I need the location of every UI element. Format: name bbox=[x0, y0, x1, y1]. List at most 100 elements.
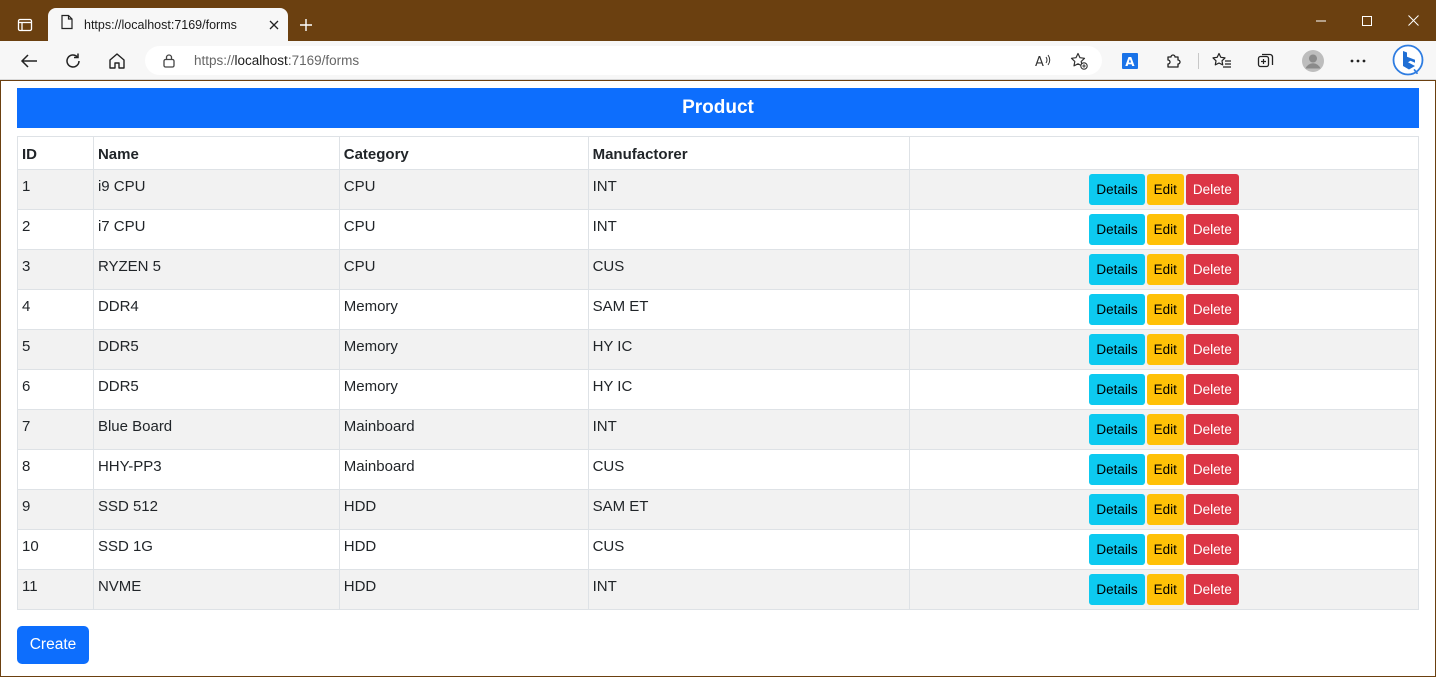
edit-button[interactable]: Edit bbox=[1146, 494, 1184, 525]
lock-icon[interactable] bbox=[162, 53, 176, 73]
details-button[interactable]: Details bbox=[1089, 454, 1145, 485]
cell-id: 11 bbox=[17, 569, 94, 610]
table-row: 2 i7 CPU CPU INT Details Edit Delete bbox=[17, 209, 1419, 250]
details-button[interactable]: Details bbox=[1089, 334, 1145, 365]
toolbar-divider bbox=[1198, 53, 1199, 69]
edit-button[interactable]: Edit bbox=[1146, 214, 1184, 245]
collections-icon[interactable] bbox=[1250, 45, 1282, 77]
cell-id: 3 bbox=[17, 249, 94, 290]
edit-button[interactable]: Edit bbox=[1146, 334, 1184, 365]
delete-button[interactable]: Delete bbox=[1185, 494, 1239, 525]
avatar-icon[interactable] bbox=[1297, 45, 1329, 77]
star-plus-icon[interactable] bbox=[1067, 50, 1091, 72]
close-window-icon[interactable] bbox=[1390, 0, 1436, 41]
cell-actions: Details Edit Delete bbox=[909, 569, 1419, 610]
cell-manufacturer: INT bbox=[587, 169, 911, 210]
details-button[interactable]: Details bbox=[1089, 294, 1145, 325]
read-aloud-icon[interactable]: A bbox=[1031, 50, 1055, 72]
page-icon bbox=[60, 14, 74, 35]
cell-category: Memory bbox=[338, 369, 589, 410]
details-button[interactable]: Details bbox=[1089, 574, 1145, 605]
edit-button[interactable]: Edit bbox=[1146, 174, 1184, 205]
browser-tab-active[interactable]: https://localhost:7169/forms bbox=[48, 8, 288, 41]
cell-name: NVME bbox=[92, 569, 340, 610]
cell-manufacturer: HY IC bbox=[587, 329, 911, 370]
cell-category: Mainboard bbox=[338, 409, 589, 450]
delete-button[interactable]: Delete bbox=[1185, 454, 1239, 485]
favorites-icon[interactable] bbox=[1206, 45, 1238, 77]
address-bar[interactable]: https://localhost:7169/forms A bbox=[145, 46, 1102, 75]
close-tab-icon[interactable] bbox=[260, 13, 288, 37]
delete-button[interactable]: Delete bbox=[1185, 174, 1239, 205]
cell-id: 2 bbox=[17, 209, 94, 250]
cell-category: CPU bbox=[338, 249, 589, 290]
cell-name: i7 CPU bbox=[92, 209, 340, 250]
edit-button[interactable]: Edit bbox=[1146, 374, 1184, 405]
table-row: 8 HHY-PP3 Mainboard CUS Details Edit Delete bbox=[17, 449, 1419, 490]
details-button[interactable]: Details bbox=[1089, 494, 1145, 525]
edit-button[interactable]: Edit bbox=[1146, 254, 1184, 285]
delete-button[interactable]: Delete bbox=[1185, 214, 1239, 245]
edit-button[interactable]: Edit bbox=[1146, 534, 1184, 565]
delete-button[interactable]: Delete bbox=[1185, 294, 1239, 325]
table-row: 9 SSD 512 HDD SAM ET Details Edit Delete bbox=[17, 489, 1419, 530]
browser-toolbar: https://localhost:7169/forms A A bbox=[0, 41, 1436, 80]
cell-category: CPU bbox=[338, 209, 589, 250]
tab-actions-icon[interactable] bbox=[10, 12, 40, 38]
table-row: 11 NVME HDD INT Details Edit Delete bbox=[17, 569, 1419, 610]
title-bar: https://localhost:7169/forms bbox=[0, 0, 1436, 41]
cell-name: DDR5 bbox=[92, 369, 340, 410]
cell-category: CPU bbox=[338, 169, 589, 210]
url-text[interactable]: https://localhost:7169/forms bbox=[194, 53, 359, 68]
delete-button[interactable]: Delete bbox=[1185, 414, 1239, 445]
new-tab-plus-icon[interactable] bbox=[293, 12, 319, 38]
translate-letter: A bbox=[1125, 55, 1135, 69]
cell-manufacturer: CUS bbox=[587, 449, 911, 490]
details-button[interactable]: Details bbox=[1089, 414, 1145, 445]
column-header-category: Category bbox=[338, 136, 589, 170]
edit-button[interactable]: Edit bbox=[1146, 454, 1184, 485]
cell-actions: Details Edit Delete bbox=[909, 529, 1419, 570]
table-row: 6 DDR5 Memory HY IC Details Edit Delete bbox=[17, 369, 1419, 410]
details-button[interactable]: Details bbox=[1089, 174, 1145, 205]
delete-button[interactable]: Delete bbox=[1185, 374, 1239, 405]
edit-button[interactable]: Edit bbox=[1146, 414, 1184, 445]
maximize-icon[interactable] bbox=[1344, 0, 1390, 41]
details-button[interactable]: Details bbox=[1089, 534, 1145, 565]
edit-button[interactable]: Edit bbox=[1146, 574, 1184, 605]
create-button[interactable]: Create bbox=[17, 626, 89, 664]
delete-button[interactable]: Delete bbox=[1185, 534, 1239, 565]
delete-button[interactable]: Delete bbox=[1185, 574, 1239, 605]
home-icon[interactable] bbox=[101, 45, 133, 77]
cell-manufacturer: SAM ET bbox=[587, 289, 911, 330]
table-header-row: ID Name Category Manufactorer bbox=[17, 136, 1419, 170]
cell-id: 7 bbox=[17, 409, 94, 450]
cell-name: SSD 512 bbox=[92, 489, 340, 530]
refresh-icon[interactable] bbox=[57, 45, 89, 77]
details-button[interactable]: Details bbox=[1089, 374, 1145, 405]
table-row: 10 SSD 1G HDD CUS Details Edit Delete bbox=[17, 529, 1419, 570]
bing-icon[interactable] bbox=[1390, 42, 1426, 78]
translate-icon[interactable]: A bbox=[1114, 45, 1146, 77]
column-header-id: ID bbox=[17, 136, 94, 170]
url-path: :7169/forms bbox=[287, 53, 360, 68]
ellipsis-icon[interactable] bbox=[1342, 45, 1374, 77]
cell-actions: Details Edit Delete bbox=[909, 289, 1419, 330]
table-row: 5 DDR5 Memory HY IC Details Edit Delete bbox=[17, 329, 1419, 370]
minimize-icon[interactable] bbox=[1298, 0, 1344, 41]
column-header-manufacturer: Manufactorer bbox=[587, 136, 911, 170]
cell-category: Memory bbox=[338, 329, 589, 370]
edit-button[interactable]: Edit bbox=[1146, 294, 1184, 325]
cell-manufacturer: INT bbox=[587, 569, 911, 610]
puzzle-icon[interactable] bbox=[1158, 45, 1190, 77]
cell-actions: Details Edit Delete bbox=[909, 329, 1419, 370]
details-button[interactable]: Details bbox=[1089, 214, 1145, 245]
details-button[interactable]: Details bbox=[1089, 254, 1145, 285]
cell-id: 1 bbox=[17, 169, 94, 210]
cell-name: Blue Board bbox=[92, 409, 340, 450]
delete-button[interactable]: Delete bbox=[1185, 254, 1239, 285]
back-arrow-icon[interactable] bbox=[13, 45, 45, 77]
cell-actions: Details Edit Delete bbox=[909, 249, 1419, 290]
delete-button[interactable]: Delete bbox=[1185, 334, 1239, 365]
cell-manufacturer: INT bbox=[587, 209, 911, 250]
